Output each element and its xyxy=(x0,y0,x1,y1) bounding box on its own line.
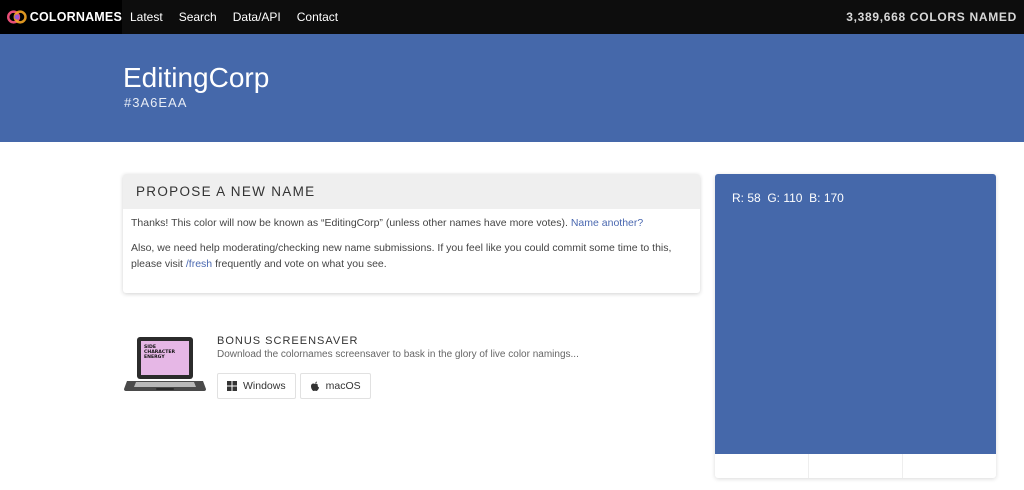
thanks-paragraph: Thanks! This color will now be known as … xyxy=(131,215,692,231)
nav-link-data-api[interactable]: Data/API xyxy=(225,0,289,34)
propose-card-header: PROPOSE A NEW NAME xyxy=(123,174,700,209)
rgb-values: R: 58 G: 110 B: 170 xyxy=(732,191,844,205)
screen-line-3: ENERGY xyxy=(144,354,165,360)
top-navbar: COLORNAMES Latest Search Data/API Contac… xyxy=(0,0,1024,34)
propose-card-body: Thanks! This color will now be known as … xyxy=(123,209,700,287)
moderation-text: Also, we need help moderating/checking n… xyxy=(131,242,672,270)
colornames-logo-icon xyxy=(7,10,27,24)
fresh-link[interactable]: /fresh xyxy=(186,258,212,270)
screensaver-title: BONUS SCREENSAVER xyxy=(217,335,359,347)
windows-label: Windows xyxy=(243,380,286,392)
color-swatch: R: 58 G: 110 B: 170 xyxy=(715,174,996,454)
apple-icon xyxy=(310,381,319,391)
nav-link-latest[interactable]: Latest xyxy=(122,0,171,34)
swatch-footer-cell[interactable] xyxy=(903,454,996,478)
colors-named-counter: 3,389,668 COLORS NAMED xyxy=(846,10,1017,24)
color-swatch-card: R: 58 G: 110 B: 170 xyxy=(715,174,996,478)
laptop-illustration-icon: SIDE CHARACTER ENERGY xyxy=(124,337,206,391)
thanks-text: Thanks! This color will now be known as … xyxy=(131,217,568,229)
nav-link-search[interactable]: Search xyxy=(171,0,225,34)
moderation-paragraph: Also, we need help moderating/checking n… xyxy=(131,240,692,272)
color-name-title: EditingCorp xyxy=(123,62,270,93)
download-windows-button[interactable]: Windows xyxy=(217,373,296,399)
swatch-footer-tabs xyxy=(715,454,996,478)
screensaver-description: Download the colornames screensaver to b… xyxy=(217,349,579,360)
screensaver-download-buttons: Windows macOS xyxy=(217,373,371,399)
nav-link-contact[interactable]: Contact xyxy=(289,0,346,34)
color-hex-code: #3A6EAA xyxy=(124,95,188,110)
moderation-text-end: frequently and vote on what you see. xyxy=(215,258,387,270)
propose-name-card: PROPOSE A NEW NAME Thanks! This color wi… xyxy=(123,174,700,293)
windows-icon xyxy=(227,381,237,391)
color-hero-banner: EditingCorp #3A6EAA xyxy=(0,34,1024,142)
macos-label: macOS xyxy=(325,380,361,392)
nav-links: Latest Search Data/API Contact xyxy=(122,0,346,34)
name-another-link[interactable]: Name another? xyxy=(571,217,643,229)
brand-link[interactable]: COLORNAMES xyxy=(0,0,122,34)
download-macos-button[interactable]: macOS xyxy=(299,373,371,399)
brand-name: COLORNAMES xyxy=(29,10,122,24)
swatch-footer-cell[interactable] xyxy=(809,454,903,478)
swatch-footer-cell[interactable] xyxy=(715,454,809,478)
propose-card-title: PROPOSE A NEW NAME xyxy=(136,184,316,199)
